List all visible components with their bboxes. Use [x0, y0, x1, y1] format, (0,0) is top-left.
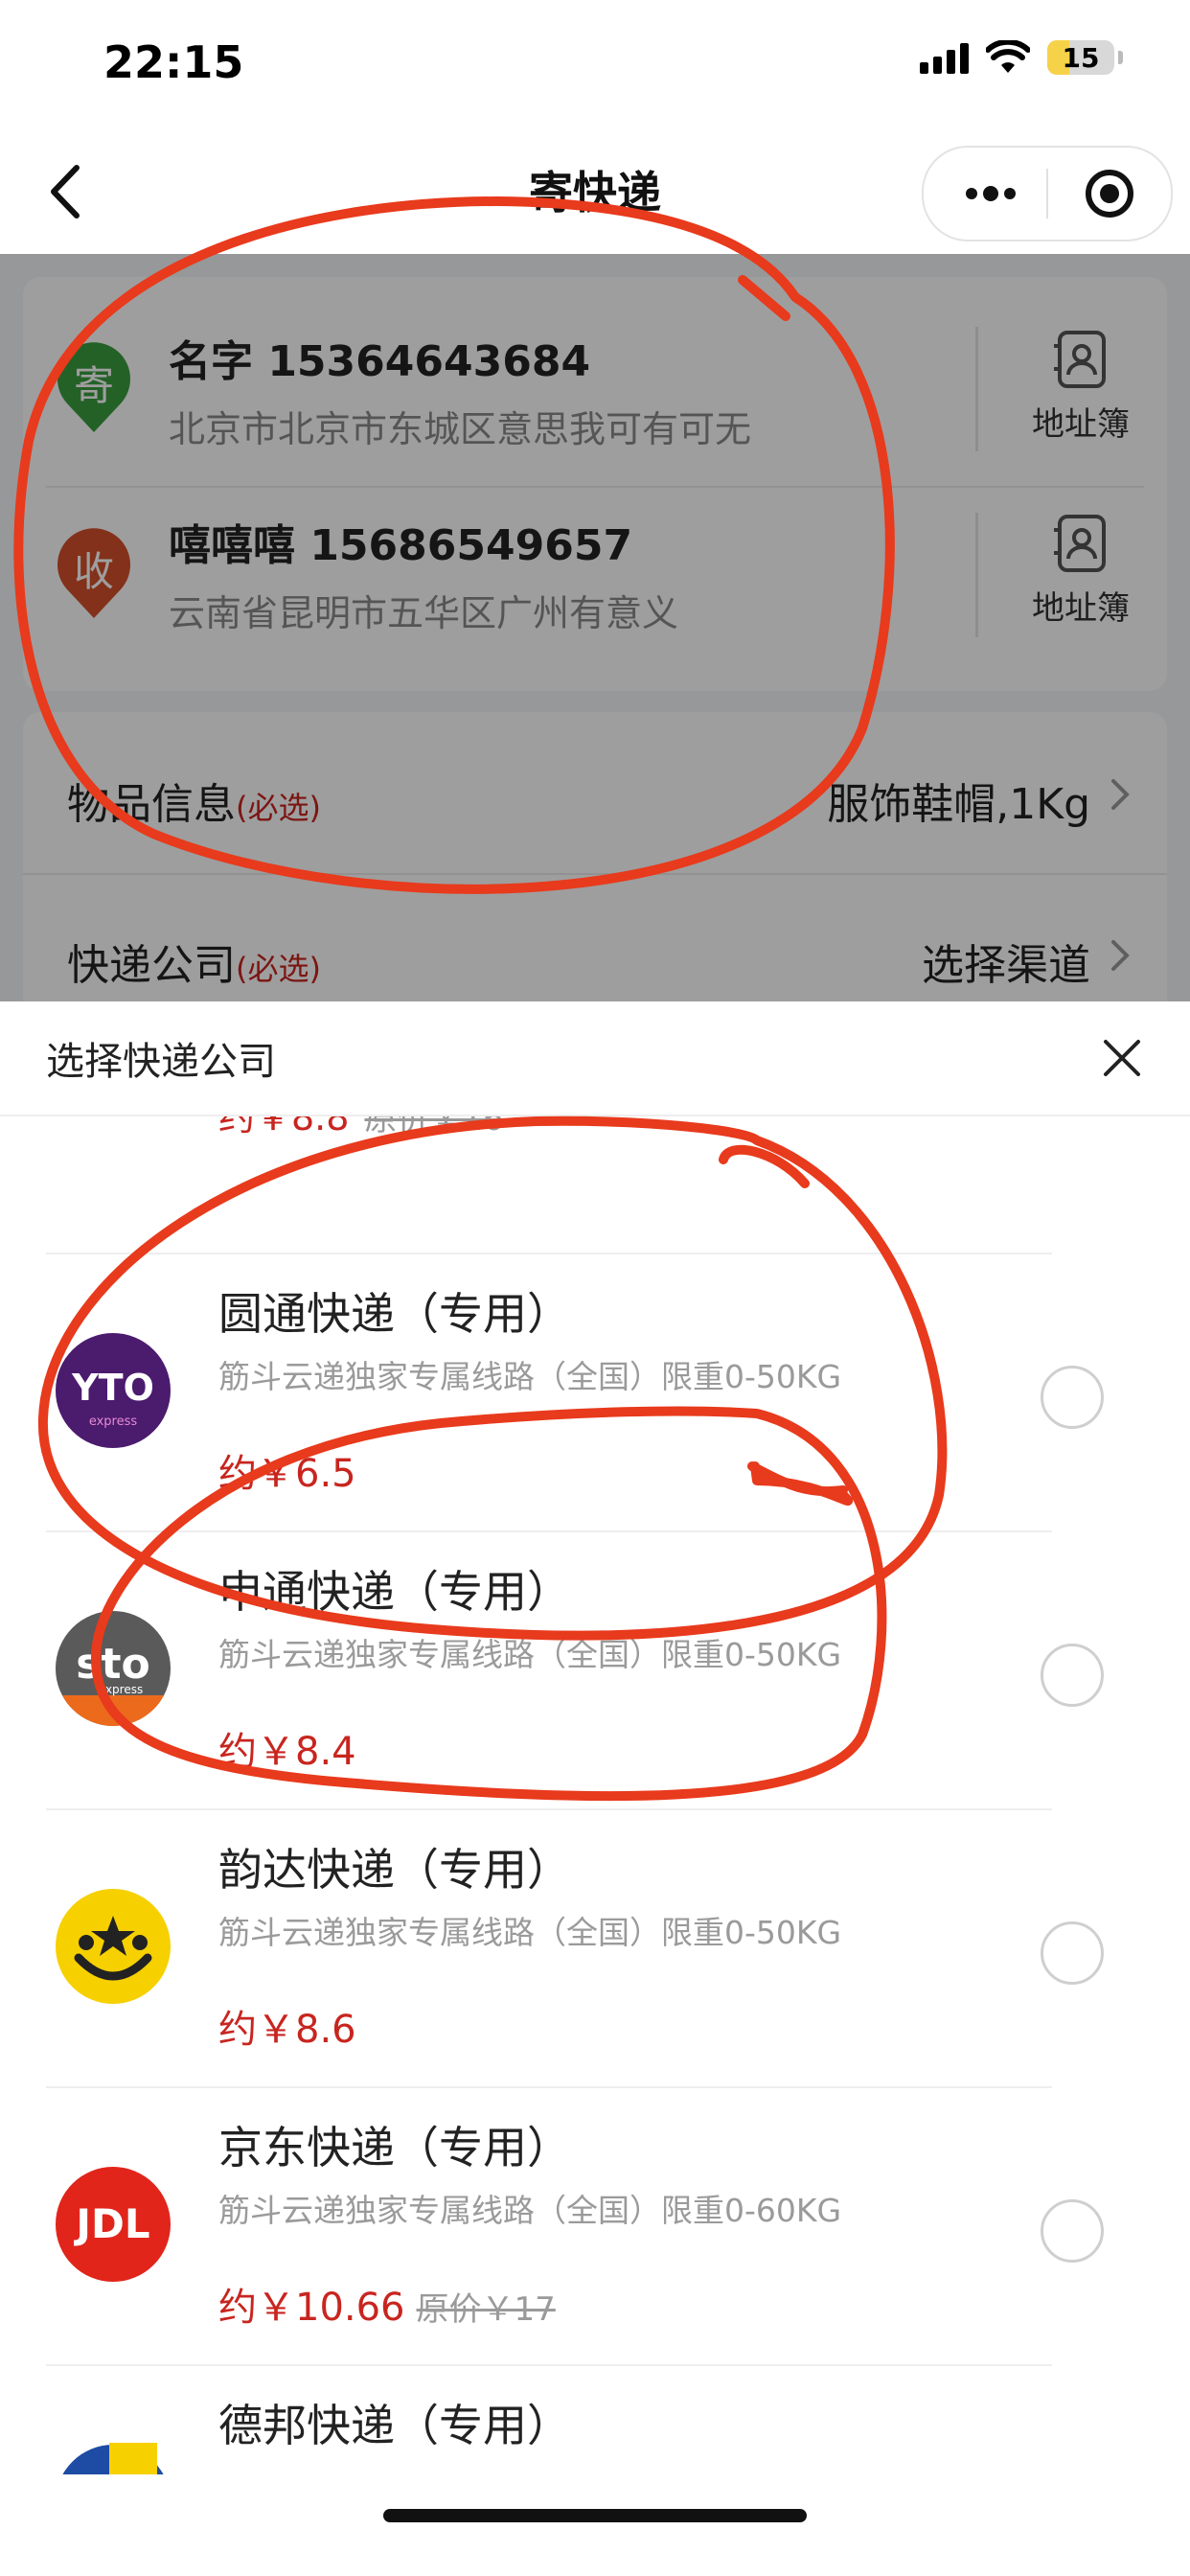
courier-desc: 筋斗云递独家专属线路（全国）限重0-50KG [218, 1358, 842, 1395]
partial-item-price-value: 约￥8.8 [218, 1116, 350, 1138]
battery-level: 15 [1062, 42, 1100, 74]
status-bar: 22:15 15 [0, 0, 1190, 129]
courier-name: 圆通快递（专用） [218, 1288, 571, 1340]
courier-price: 约￥6.5 [218, 1452, 356, 1496]
status-time: 22:15 [103, 36, 244, 88]
status-icons: 15 [920, 40, 1123, 75]
sto-logo-text: sto [76, 1640, 149, 1689]
courier-radio[interactable] [1041, 2199, 1104, 2263]
courier-desc: 筋斗云递独家专属线路（全国）限重0-50KG [218, 1914, 842, 1951]
partial-item-price: 约￥8.8 原价￥16 [218, 1116, 504, 1140]
courier-desc: 筋斗云递独家专属线路（全国）限重0-50KG [218, 1636, 842, 1673]
battery-tip [1118, 51, 1123, 64]
courier-radio[interactable] [1041, 1644, 1104, 1707]
target-icon[interactable] [1083, 167, 1136, 220]
courier-name: 申通快递（专用） [218, 1566, 571, 1618]
courier-picker-sheet: 选择快递公司 约￥8.8 原价￥16 YTO express 圆通快递（专用） 筋… [0, 1001, 1190, 2576]
sheet-title: 选择快递公司 [46, 1040, 276, 1084]
courier-price: 约￥8.6 [218, 2008, 356, 2052]
mini-program-capsule [922, 146, 1173, 242]
yunda-logo-icon [56, 1889, 171, 2004]
courier-item-deppon[interactable]: 德邦快递（专用） [0, 2364, 1190, 2474]
cellular-signal-icon [920, 41, 969, 74]
yto-logo-sub: express [89, 1414, 138, 1429]
yto-logo-text: YTO [71, 1367, 154, 1409]
jdl-logo-text: JDL [73, 2200, 149, 2247]
courier-price: 约￥10.66 [218, 2286, 405, 2330]
courier-name: 韵达快递（专用） [218, 1844, 571, 1896]
deppon-logo-icon [62, 2443, 164, 2474]
more-dots-icon[interactable] [962, 171, 1019, 217]
modal-overlay[interactable] [0, 254, 1190, 1001]
wifi-icon [986, 40, 1030, 73]
courier-item-yunda[interactable]: 韵达快递（专用） 筋斗云递独家专属线路（全国）限重0-50KG 约￥8.6 [0, 1808, 1190, 2086]
courier-item-yto[interactable]: YTO express 圆通快递（专用） 筋斗云递独家专属线路（全国）限重0-5… [0, 1253, 1190, 1530]
courier-price-line: 约￥10.66 原价￥17 [218, 2276, 556, 2332]
courier-radio[interactable] [1041, 1921, 1104, 1985]
yto-logo-icon: YTO express [56, 1333, 171, 1448]
courier-original-price: 原价￥17 [416, 2290, 556, 2329]
item-separator [46, 1253, 1052, 1254]
courier-item-jd[interactable]: JDL 京东快递（专用） 筋斗云递独家专属线路（全国）限重0-60KG 约￥10… [0, 2086, 1190, 2364]
courier-radio[interactable] [1041, 1366, 1104, 1429]
nav-bar: 寄快递 [0, 129, 1190, 254]
jdl-logo-icon: JDL [56, 2167, 171, 2282]
sto-logo-sub: express [99, 1683, 143, 1696]
capsule-divider [1046, 169, 1048, 218]
item-separator [46, 1530, 1052, 1532]
courier-price: 约￥8.4 [218, 1730, 356, 1774]
home-indicator [383, 2509, 807, 2522]
sto-logo-icon: sto express [56, 1611, 171, 1726]
partial-item-original-price: 原价￥16 [364, 1116, 504, 1138]
courier-name: 德邦快递（专用） [218, 2400, 571, 2451]
item-separator [46, 2086, 1052, 2088]
close-icon[interactable] [1102, 1038, 1142, 1078]
courier-list: 约￥8.8 原价￥16 YTO express 圆通快递（专用） 筋斗云递独家专属… [0, 1116, 1190, 2474]
battery-icon: 15 [1047, 40, 1114, 75]
courier-name: 京东快递（专用） [218, 2122, 571, 2174]
item-separator [46, 1808, 1052, 1810]
item-separator [46, 2364, 1052, 2366]
courier-item-sto[interactable]: sto express 申通快递（专用） 筋斗云递独家专属线路（全国）限重0-5… [0, 1530, 1190, 1808]
courier-desc: 筋斗云递独家专属线路（全国）限重0-60KG [218, 2192, 842, 2229]
